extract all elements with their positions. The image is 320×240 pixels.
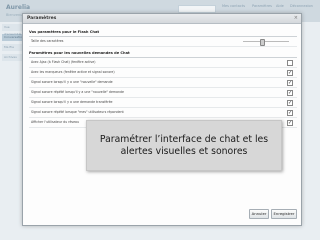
setting-row: Avec Ajax (à Flash Chat) (fenêtre active…	[29, 58, 297, 68]
section-flash-chat: Vos paramètres pour le Flash Chat Taille…	[29, 29, 297, 47]
setting-label: Signal sonore lorsqu'il y a une demande …	[31, 100, 113, 104]
setting-checkbox[interactable]	[287, 79, 293, 88]
dialog-titlebar: Paramètres ×	[23, 14, 301, 24]
setting-row-font-size: Taille des caractères	[29, 37, 297, 47]
dialog-title: Paramètres	[27, 16, 57, 21]
setting-row: Signal sonore lorsqu'il y a une demande …	[29, 98, 297, 108]
app-search-input[interactable]	[178, 5, 216, 13]
app-logo: Aurelia	[6, 4, 31, 11]
setting-label: Avec Ajax (à Flash Chat) (fenêtre active…	[31, 60, 96, 64]
cancel-button[interactable]: Annuler	[249, 209, 269, 219]
setting-checkbox[interactable]	[287, 99, 293, 108]
setting-label: Signal sonore lorsqu'il y a une "nouvell…	[31, 80, 113, 84]
nav-contacts[interactable]: Mes contacts	[222, 4, 245, 8]
font-size-slider[interactable]	[243, 39, 289, 46]
setting-checkbox[interactable]	[287, 89, 293, 98]
sidebar-item-archives[interactable]: Archives	[2, 54, 22, 61]
setting-row: Signal sonore lorsqu'il y a une "nouvell…	[29, 78, 297, 88]
setting-row: Avec les marqueurs (fenêtre active et si…	[29, 68, 297, 78]
section-heading: Paramètres pour les nouvelles demandes d…	[29, 50, 297, 58]
nav-logout[interactable]: Déconnexion	[290, 4, 313, 8]
setting-row: Signal sonore répété lorsque "mes" utili…	[29, 108, 297, 118]
slider-knob[interactable]	[260, 39, 266, 46]
setting-checkbox[interactable]	[287, 109, 293, 118]
close-icon[interactable]: ×	[294, 15, 298, 21]
nav-settings[interactable]: Paramètres	[252, 4, 272, 8]
setting-label: Avec les marqueurs (fenêtre active et si…	[31, 70, 115, 74]
setting-row: Signal sonore répété lorsqu'il y a une "…	[29, 88, 297, 98]
nav-help[interactable]: Aide	[276, 4, 284, 8]
section-new-chat-requests: Paramètres pour les nouvelles demandes d…	[29, 50, 297, 128]
sidebar-item-overview[interactable]: Vue d'ensemble	[2, 24, 22, 36]
setting-label: Signal sonore répété lorsqu'il y a une "…	[31, 90, 124, 94]
setting-checkbox[interactable]	[287, 60, 293, 66]
sidebar-item-queue[interactable]: Ma file	[2, 44, 22, 51]
sidebar-item-conversations[interactable]: Conversations	[2, 34, 25, 41]
sidebar: Vue d'ensemble Conversations Ma file Arc…	[2, 24, 25, 64]
caption-text: Paramétrer l’interface de chat et les al…	[99, 134, 269, 157]
caption-overlay: Paramétrer l’interface de chat et les al…	[86, 120, 282, 171]
save-button[interactable]: Enregistrer	[271, 209, 297, 219]
setting-label: Taille des caractères	[31, 39, 64, 43]
setting-label: Afficher l'utilisateur du réseau	[31, 120, 80, 124]
setting-checkbox[interactable]	[287, 69, 293, 78]
setting-checkbox[interactable]	[287, 119, 293, 128]
section-heading: Vos paramètres pour le Flash Chat	[29, 29, 297, 37]
setting-label: Signal sonore répété lorsque "mes" utili…	[31, 110, 124, 114]
